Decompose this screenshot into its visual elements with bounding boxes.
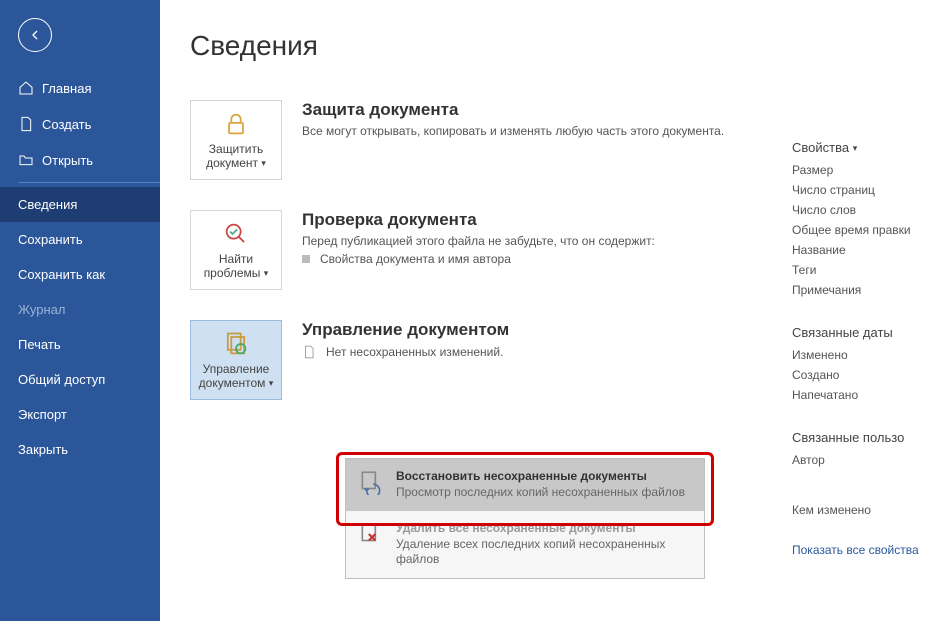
section-manage: Управление документом ▾ Управление докум… [190, 320, 792, 400]
inspect-desc: Перед публикацией этого файла не забудьт… [302, 234, 792, 248]
home-icon [18, 80, 34, 96]
arrow-left-icon [27, 27, 43, 43]
manage-row: Нет несохраненных изменений. [302, 344, 792, 360]
prop-comments: Примечания [792, 283, 942, 297]
manage-row-text: Нет несохраненных изменений. [326, 345, 503, 359]
related-people-heading: Связанные пользо [792, 430, 942, 445]
prop-edit-time: Общее время правки [792, 223, 942, 237]
chevron-down-icon: ▾ [269, 378, 274, 388]
chevron-down-icon: ▾ [853, 143, 858, 153]
prop-last-modified-by: Кем изменено [792, 503, 942, 517]
nav-label: Открыть [42, 153, 93, 168]
nav-save[interactable]: Сохранить [0, 222, 160, 257]
prop-author: Автор [792, 453, 942, 467]
back-button[interactable] [18, 18, 52, 52]
manage-heading: Управление документом [302, 320, 792, 340]
nav-new[interactable]: Создать [0, 106, 160, 142]
delete-title: Удалить все несохраненные документы [396, 521, 692, 535]
manage-button-label: Управление документом [199, 362, 270, 390]
recover-title: Восстановить несохраненные документы [396, 469, 685, 483]
inspect-bullet-text: Свойства документа и имя автора [320, 252, 511, 266]
properties-panel: Свойства ▾ Размер Число страниц Число сл… [792, 30, 952, 621]
section-inspect: Найти проблемы ▾ Проверка документа Пере… [190, 210, 792, 290]
chevron-down-icon: ▾ [264, 268, 269, 278]
delete-docs-icon [358, 521, 384, 547]
prop-tags: Теги [792, 263, 942, 277]
nav-history: Журнал [0, 292, 160, 327]
prop-pages: Число страниц [792, 183, 942, 197]
nav-label: Общий доступ [18, 372, 105, 387]
prop-printed: Напечатано [792, 388, 942, 402]
nav-label: Журнал [18, 302, 65, 317]
protect-heading: Защита документа [302, 100, 792, 120]
nav-label: Сведения [18, 197, 77, 212]
nav-label: Печать [18, 337, 61, 352]
separator [18, 182, 160, 183]
page-title: Сведения [190, 30, 792, 62]
manage-document-dropdown: Восстановить несохраненные документы Про… [345, 458, 705, 579]
show-all-properties-link[interactable]: Показать все свойства [792, 543, 942, 557]
main-area: Сведения Защитить документ ▾ Защита доку… [160, 0, 952, 621]
properties-heading[interactable]: Свойства ▾ [792, 140, 942, 155]
document-stack-icon [222, 330, 250, 358]
nav-open[interactable]: Открыть [0, 142, 160, 178]
nav-label: Главная [42, 81, 91, 96]
section-protect: Защитить документ ▾ Защита документа Все… [190, 100, 792, 180]
protect-document-button[interactable]: Защитить документ ▾ [190, 100, 282, 180]
nav-label: Создать [42, 117, 91, 132]
backstage-sidebar: Главная Создать Открыть Сведения Сохрани… [0, 0, 160, 621]
nav-saveas[interactable]: Сохранить как [0, 257, 160, 292]
inspect-button-label: Найти проблемы [204, 252, 261, 280]
delete-desc: Удаление всех последних копий несохранен… [396, 537, 692, 568]
recover-unsaved-item[interactable]: Восстановить несохраненные документы Про… [346, 459, 704, 511]
nav-info[interactable]: Сведения [0, 187, 160, 222]
folder-open-icon [18, 152, 34, 168]
nav-share[interactable]: Общий доступ [0, 362, 160, 397]
nav-print[interactable]: Печать [0, 327, 160, 362]
recover-desc: Просмотр последних копий несохраненных ф… [396, 485, 685, 501]
prop-created: Создано [792, 368, 942, 382]
lock-icon [222, 110, 250, 138]
protect-button-label: Защитить документ [206, 142, 263, 170]
nav-home[interactable]: Главная [0, 70, 160, 106]
delete-unsaved-item[interactable]: Удалить все несохраненные документы Удал… [346, 511, 704, 578]
prop-modified: Изменено [792, 348, 942, 362]
check-magnify-icon [222, 220, 250, 248]
doc-icon [302, 344, 316, 360]
bullet-icon [302, 255, 310, 263]
inspect-document-button[interactable]: Найти проблемы ▾ [190, 210, 282, 290]
nav-label: Закрыть [18, 442, 68, 457]
recover-icon [358, 469, 384, 495]
protect-desc: Все могут открывать, копировать и изменя… [302, 124, 792, 138]
related-dates-heading: Связанные даты [792, 325, 942, 340]
new-doc-icon [18, 116, 34, 132]
nav-label: Экспорт [18, 407, 67, 422]
prop-size: Размер [792, 163, 942, 177]
prop-title: Название [792, 243, 942, 257]
nav-close[interactable]: Закрыть [0, 432, 160, 467]
chevron-down-icon: ▾ [261, 158, 266, 168]
prop-words: Число слов [792, 203, 942, 217]
manage-document-button[interactable]: Управление документом ▾ [190, 320, 282, 400]
nav-export[interactable]: Экспорт [0, 397, 160, 432]
nav-label: Сохранить как [18, 267, 105, 282]
inspect-heading: Проверка документа [302, 210, 792, 230]
nav-label: Сохранить [18, 232, 83, 247]
inspect-bullet: Свойства документа и имя автора [302, 252, 792, 266]
